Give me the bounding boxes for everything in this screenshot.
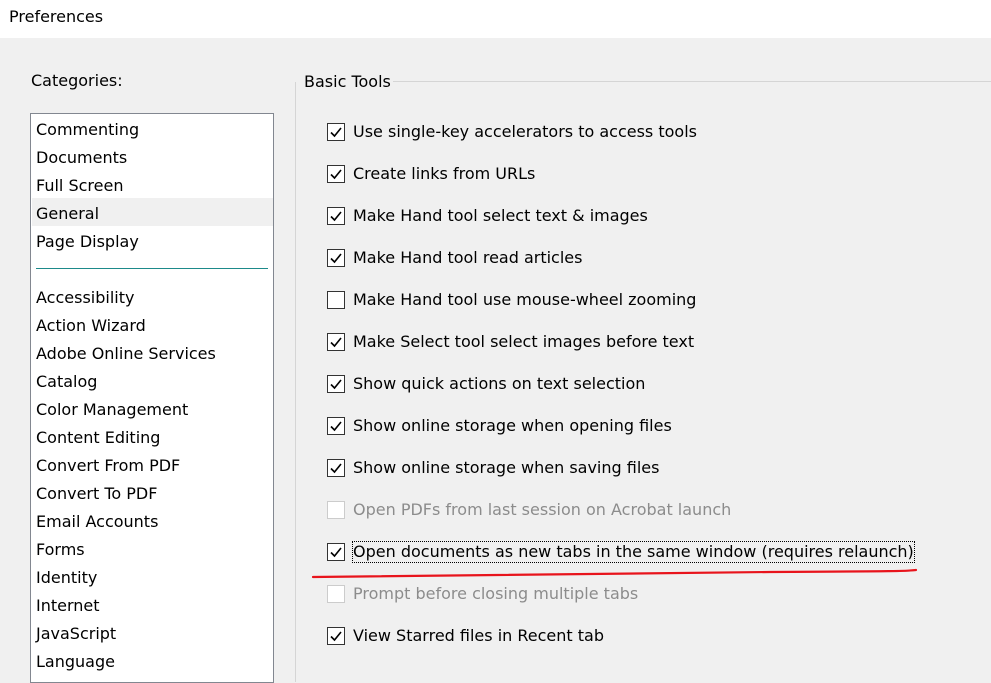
- category-item-accessibility[interactable]: Accessibility: [36, 288, 134, 308]
- category-item-internet[interactable]: Internet: [36, 596, 100, 616]
- window-title: Preferences: [9, 7, 104, 26]
- category-item-language[interactable]: Language: [36, 652, 115, 672]
- category-item-catalog[interactable]: Catalog: [36, 372, 97, 392]
- option-storage-opening[interactable]: Show online storage when opening files: [327, 415, 672, 437]
- category-item-content-editing[interactable]: Content Editing: [36, 428, 160, 448]
- category-item-commenting[interactable]: Commenting: [36, 120, 139, 140]
- checked-checkbox[interactable]: [327, 543, 345, 561]
- category-item-convert-to-pdf[interactable]: Convert To PDF: [36, 484, 157, 504]
- category-item-documents[interactable]: Documents: [36, 148, 127, 168]
- checked-checkbox[interactable]: [327, 333, 345, 351]
- option-hand-wheel-zoom[interactable]: Make Hand tool use mouse-wheel zooming: [327, 289, 696, 311]
- option-open-as-tabs[interactable]: Open documents as new tabs in the same w…: [327, 541, 915, 563]
- category-item-convert-from-pdf[interactable]: Convert From PDF: [36, 456, 180, 476]
- unchecked-checkbox: [327, 501, 345, 519]
- option-label: Make Hand tool use mouse-wheel zooming: [353, 290, 697, 309]
- option-create-links[interactable]: Create links from URLs: [327, 163, 535, 185]
- category-separator: [36, 268, 268, 269]
- checked-checkbox[interactable]: [327, 627, 345, 645]
- category-item-forms[interactable]: Forms: [36, 540, 85, 560]
- option-open-last-session: Open PDFs from last session on Acrobat l…: [327, 499, 731, 521]
- checked-checkbox[interactable]: [327, 459, 345, 477]
- categories-label: Categories:: [31, 71, 123, 90]
- option-label: Open PDFs from last session on Acrobat l…: [353, 500, 732, 519]
- categories-list[interactable]: Commenting Documents Full Screen General…: [30, 113, 274, 683]
- option-label: Use single-key accelerators to access to…: [353, 122, 697, 141]
- title-bar: Preferences: [0, 0, 991, 38]
- basic-tools-heading: Basic Tools: [304, 72, 393, 92]
- option-label: Open documents as new tabs in the same w…: [352, 541, 915, 563]
- red-underline-annotation: [311, 568, 918, 579]
- option-prompt-closing-tabs: Prompt before closing multiple tabs: [327, 583, 638, 605]
- group-box-border-left: [295, 82, 296, 682]
- option-starred-recent[interactable]: View Starred files in Recent tab: [327, 625, 604, 647]
- option-label: Prompt before closing multiple tabs: [353, 584, 639, 603]
- category-item-color-management[interactable]: Color Management: [36, 400, 188, 420]
- unchecked-checkbox[interactable]: [327, 291, 345, 309]
- category-item-page-display[interactable]: Page Display: [36, 232, 139, 252]
- option-select-images-first[interactable]: Make Select tool select images before te…: [327, 331, 694, 353]
- option-label: Make Hand tool read articles: [353, 248, 583, 267]
- unchecked-checkbox: [327, 585, 345, 603]
- option-label: Show quick actions on text selection: [353, 374, 646, 393]
- checked-checkbox[interactable]: [327, 417, 345, 435]
- option-storage-saving[interactable]: Show online storage when saving files: [327, 457, 659, 479]
- category-item-full-screen[interactable]: Full Screen: [36, 176, 123, 196]
- option-label: Make Hand tool select text & images: [353, 206, 648, 225]
- category-item-general[interactable]: General: [36, 204, 99, 224]
- checked-checkbox[interactable]: [327, 375, 345, 393]
- option-label: View Starred files in Recent tab: [353, 626, 604, 645]
- checked-checkbox[interactable]: [327, 123, 345, 141]
- option-hand-read-articles[interactable]: Make Hand tool read articles: [327, 247, 582, 269]
- category-item-adobe-online-services[interactable]: Adobe Online Services: [36, 344, 216, 364]
- category-item-identity[interactable]: Identity: [36, 568, 97, 588]
- option-label: Show online storage when opening files: [353, 416, 672, 435]
- category-item-javascript[interactable]: JavaScript: [36, 624, 116, 644]
- checked-checkbox[interactable]: [327, 249, 345, 267]
- group-box-border-top: [392, 81, 991, 82]
- option-label: Make Select tool select images before te…: [353, 332, 695, 351]
- option-single-key-accelerators[interactable]: Use single-key accelerators to access to…: [327, 121, 697, 143]
- option-label: Show online storage when saving files: [353, 458, 660, 477]
- checked-checkbox[interactable]: [327, 207, 345, 225]
- option-label: Create links from URLs: [353, 164, 536, 183]
- category-item-action-wizard[interactable]: Action Wizard: [36, 316, 146, 336]
- option-quick-actions[interactable]: Show quick actions on text selection: [327, 373, 645, 395]
- checked-checkbox[interactable]: [327, 165, 345, 183]
- category-item-email-accounts[interactable]: Email Accounts: [36, 512, 158, 532]
- option-hand-select-text[interactable]: Make Hand tool select text & images: [327, 205, 648, 227]
